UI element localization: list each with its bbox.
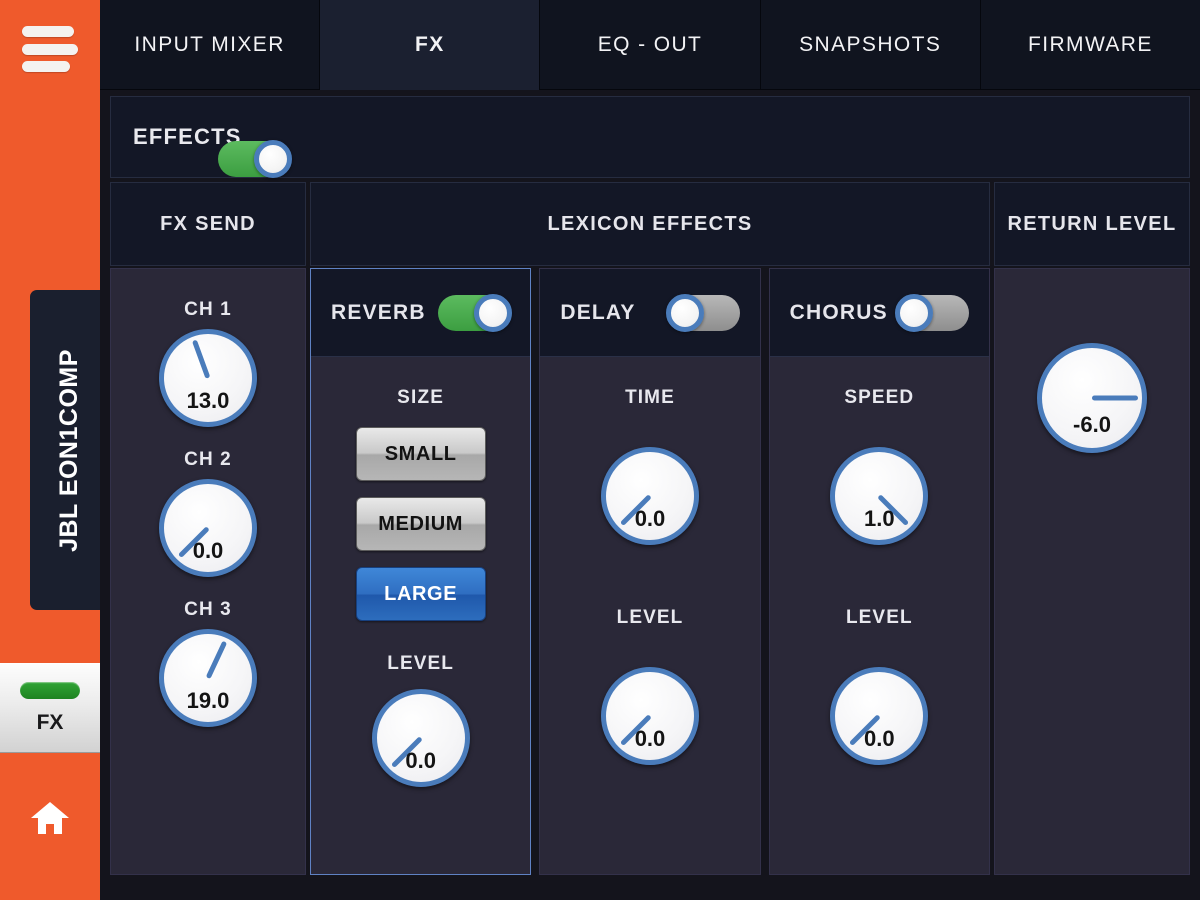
effect-header-delay: DELAY	[540, 269, 760, 357]
knob-label: LEVEL	[845, 607, 913, 628]
knob-label: LEVEL	[616, 607, 684, 628]
fx-shortcut-button[interactable]: FX	[0, 663, 100, 753]
return-level-knob[interactable]: -6.0	[1037, 343, 1147, 453]
hamburger-icon[interactable]	[22, 26, 78, 72]
fx-send-knob-stack: CH 1 13.0 CH 2 0.0 CH 3 19.0	[111, 269, 305, 727]
delay-time-knob[interactable]: TIME 0.0	[600, 387, 699, 545]
header-return-level: RETURN LEVEL	[994, 182, 1190, 266]
header-fx-send: FX SEND	[110, 182, 306, 266]
effects-header-bar: EFFECTS	[110, 96, 1190, 178]
column-headers: FX SEND LEXICON EFFECTS RETURN LEVEL	[110, 182, 1190, 266]
column-body: CH 1 13.0 CH 2 0.0 CH 3 19.0 REVERB SIZE…	[110, 268, 1190, 875]
knob-value: 0.0	[864, 726, 895, 751]
fx-send-knob-ch1[interactable]: CH 1 13.0	[159, 299, 257, 427]
knob-pointer	[1092, 395, 1138, 401]
knob-label: CH 2	[184, 449, 232, 470]
knob-label: LEVEL	[387, 653, 455, 674]
header-lexicon-fx: LEXICON EFFECTS	[310, 182, 990, 266]
knob-value: 0.0	[192, 538, 224, 563]
fx-active-indicator	[20, 681, 80, 699]
knob-dial[interactable]: 0.0	[600, 447, 699, 545]
home-icon[interactable]	[30, 800, 70, 836]
knob-pointer	[205, 640, 228, 680]
reverb-level-knob[interactable]: LEVEL 0.0	[371, 653, 470, 787]
knob-value: 0.0	[405, 748, 436, 773]
tab-eq-out[interactable]: EQ - OUT	[540, 0, 761, 90]
delay-toggle[interactable]	[665, 293, 740, 332]
chorus-speed-knob[interactable]: SPEED 1.0	[830, 387, 929, 545]
effect-name: CHORUS	[789, 300, 888, 324]
fx-screen: JBL EON1COMP FX INPUT MIXER FX EQ - OUT …	[0, 0, 1200, 900]
delay-level-knob[interactable]: LEVEL 0.0	[600, 607, 699, 765]
knob-dial[interactable]: 0.0	[371, 689, 470, 787]
effects-master-toggle[interactable]	[217, 140, 292, 178]
tab-snapshots[interactable]: SNAPSHOTS	[760, 0, 981, 90]
knob-label: CH 1	[184, 299, 232, 320]
toggle-knob	[474, 293, 513, 332]
device-name: JBL EON1COMP	[54, 348, 83, 552]
effect-header-chorus: CHORUS	[769, 269, 989, 357]
tab-firmware[interactable]: FIRMWARE	[980, 0, 1200, 90]
size-button-medium[interactable]: MEDIUM	[355, 497, 486, 551]
fx-send-knob-ch3[interactable]: CH 3 19.0	[159, 599, 257, 727]
effect-panel-chorus[interactable]: CHORUS SPEED 1.0 LEVEL 0.0	[768, 268, 990, 875]
knob-dial[interactable]: 0.0	[830, 667, 929, 765]
fx-send-knob-ch2[interactable]: CH 2 0.0	[159, 449, 257, 577]
knob-value: -6.0	[1073, 412, 1111, 437]
toggle-knob	[665, 293, 704, 332]
tab-fx[interactable]: FX	[320, 0, 541, 90]
knob-dial[interactable]: 0.0	[600, 667, 699, 765]
fx-send-panel: CH 1 13.0 CH 2 0.0 CH 3 19.0	[110, 268, 306, 875]
knob-value: 0.0	[634, 506, 666, 531]
knob-label: TIME	[625, 387, 675, 408]
reverb-toggle[interactable]	[438, 293, 513, 332]
knob-dial[interactable]: 1.0	[830, 447, 929, 545]
effect-header-reverb: REVERB	[311, 269, 531, 357]
knob-label: SPEED	[844, 387, 915, 408]
device-tab[interactable]: JBL EON1COMP	[30, 290, 108, 610]
main-area: INPUT MIXER FX EQ - OUT SNAPSHOTS FIRMWA…	[100, 0, 1200, 900]
reverb-size-selector: SIZE SMALL MEDIUM LARGE	[311, 387, 530, 637]
lexicon-effects-group: REVERB SIZE SMALL MEDIUM LARGE LEVEL 0.0…	[310, 268, 990, 875]
toggle-knob	[894, 293, 933, 332]
knob-value: 0.0	[634, 726, 666, 751]
effect-name: REVERB	[331, 300, 426, 324]
knob-value: 1.0	[864, 506, 895, 531]
chorus-toggle[interactable]	[894, 293, 969, 332]
knob-dial[interactable]: -6.0	[1037, 343, 1147, 453]
knob-dial[interactable]: 19.0	[159, 629, 257, 727]
knob-value: 19.0	[186, 688, 230, 713]
size-title: SIZE	[397, 387, 445, 408]
tab-input-mixer[interactable]: INPUT MIXER	[100, 0, 321, 90]
return-level-panel: -6.0	[994, 268, 1190, 875]
knob-pointer	[191, 339, 211, 379]
fx-shortcut-label: FX	[36, 710, 64, 734]
knob-value: 13.0	[186, 388, 230, 413]
chorus-level-knob[interactable]: LEVEL 0.0	[830, 607, 929, 765]
hamburger-bar	[22, 61, 70, 72]
hamburger-bar	[22, 43, 78, 55]
effect-panel-reverb[interactable]: REVERB SIZE SMALL MEDIUM LARGE LEVEL 0.0	[310, 268, 532, 875]
effect-panel-delay[interactable]: DELAY TIME 0.0 LEVEL 0.0	[539, 268, 761, 875]
size-button-small[interactable]: SMALL	[355, 427, 486, 481]
effect-name: DELAY	[560, 300, 636, 324]
knob-dial[interactable]: 13.0	[159, 329, 257, 427]
hamburger-bar	[22, 26, 74, 37]
left-rail: JBL EON1COMP FX	[0, 0, 108, 900]
size-button-large[interactable]: LARGE	[355, 567, 486, 621]
knob-label: CH 3	[184, 599, 232, 620]
knob-dial[interactable]: 0.0	[159, 479, 257, 577]
toggle-knob	[253, 140, 292, 178]
tab-bar: INPUT MIXER FX EQ - OUT SNAPSHOTS FIRMWA…	[100, 0, 1200, 90]
